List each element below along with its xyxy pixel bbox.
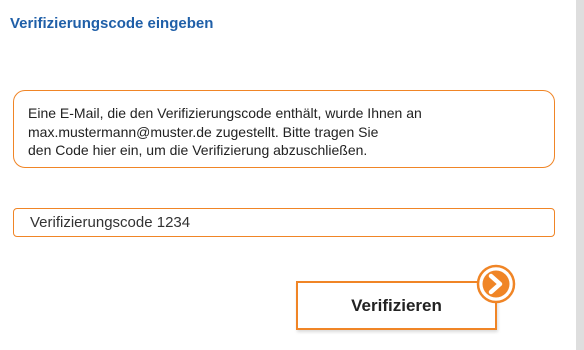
info-message-line: Eine E-Mail, die den Verifizierungscode …	[28, 105, 422, 121]
verify-button[interactable]: Verifizieren	[296, 281, 497, 330]
chevron-right-icon[interactable]	[476, 264, 516, 304]
verify-action: Verifizieren	[296, 264, 522, 336]
verification-panel: Verifizierungscode eingeben Eine E-Mail,…	[0, 0, 576, 350]
info-message-line: max.mustermann@muster.de zugestellt. Bit…	[28, 123, 379, 140]
info-message-line: den Code hier ein, um die Verifizierung …	[28, 142, 368, 158]
page-title: Verifizierungscode eingeben	[10, 15, 214, 32]
verification-code-input[interactable]	[13, 208, 555, 237]
info-message-box: Eine E-Mail, die den Verifizierungscode …	[13, 90, 555, 168]
